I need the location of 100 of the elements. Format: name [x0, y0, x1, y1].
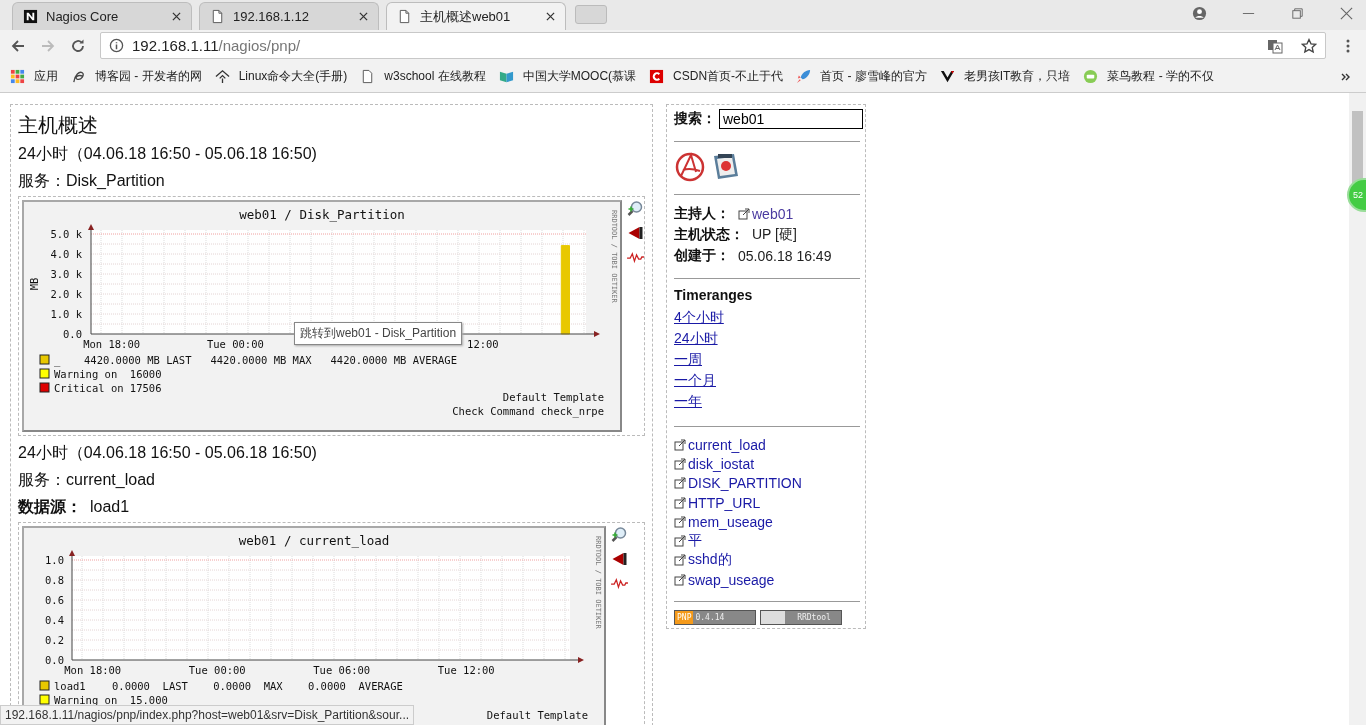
footer-text: Check Command check_nrpe: [452, 405, 604, 417]
legend-text: 4420.0000 MB LAST 4420.0000 MB MAX 4420.0000 MB AVERAGE: [84, 354, 457, 366]
x-tick-label: Mon 18:00: [83, 338, 141, 350]
service-link[interactable]: current_load: [674, 435, 766, 455]
browser-tab[interactable]: 192.168.1.12: [199, 2, 379, 30]
bookmark-label: CSDN首页-不止于代: [673, 68, 784, 85]
service-link[interactable]: HTTP_URL: [674, 492, 761, 513]
bookmark[interactable]: w3school 在线教程: [360, 68, 486, 85]
info-label: 主机状态：: [674, 225, 744, 244]
y-tick-label: 0.4: [45, 614, 64, 626]
bookmark[interactable]: 中国大学MOOC(慕课: [498, 68, 637, 85]
time-range-heading: 24小时（04.06.18 16:50 - 05.06.18 16:50): [18, 144, 318, 164]
address-bar[interactable]: 192.168.1.11/nagios/pnp/: [100, 32, 1326, 59]
profile-icon[interactable]: [1192, 6, 1207, 21]
status-bar: 192.168.1.11/nagios/pnp/index.php?host=web01&srv=Disk_Partition&sour...: [0, 705, 415, 725]
zoom-icon[interactable]: [610, 526, 629, 544]
y-axis-label: MB: [28, 277, 40, 291]
close-icon[interactable]: [172, 12, 181, 21]
y-tick-label: 0.6: [45, 594, 64, 606]
tab-title: 192.168.1.12: [233, 9, 310, 24]
tab-title: 主机概述web01: [420, 7, 512, 26]
service-heading: 服务：Disk_Partition: [18, 171, 166, 191]
timerange-link[interactable]: 4个小时: [674, 309, 724, 325]
legend-series-name: load1: [54, 680, 86, 692]
bookmark[interactable]: Linux命令大全(手册): [214, 68, 348, 85]
x-tick-label: Mon 18:00: [64, 664, 122, 676]
bookmark[interactable]: 首页 - 廖雪峰的官方: [796, 68, 927, 85]
restore-icon[interactable]: [1290, 6, 1305, 21]
info-label: 主持人：: [674, 204, 730, 223]
reload-icon[interactable]: [70, 37, 86, 54]
external-link-icon: [674, 477, 686, 490]
y-tick-label: 1.0 k: [50, 308, 82, 320]
close-icon[interactable]: [546, 12, 555, 21]
back-icon[interactable]: [10, 37, 26, 54]
y-tick-label: 0.0: [45, 654, 64, 666]
v-mark-icon: [939, 69, 955, 84]
browser-tab[interactable]: Nagios Core: [12, 2, 192, 30]
star-icon[interactable]: [1301, 37, 1317, 54]
page-title: 主机概述: [18, 113, 99, 137]
external-link-icon: [674, 554, 686, 567]
timerange-link[interactable]: 一周: [674, 351, 702, 367]
timerange-link[interactable]: 一年: [674, 393, 702, 409]
scrollbar[interactable]: [1349, 93, 1366, 725]
y-tick-label: 0.8: [45, 574, 64, 586]
bookmark[interactable]: 菜鸟教程 - 学的不仅: [1083, 68, 1215, 85]
nagios-favicon-icon: [23, 9, 38, 24]
service-link[interactable]: DISK_PARTITION: [674, 473, 802, 493]
datasource-label: 数据源：: [18, 497, 82, 517]
info-value: 05.06.18 16:49: [738, 247, 832, 264]
chart-title: web01 / current_load: [238, 533, 390, 548]
bookmark-label: 应用: [34, 68, 58, 85]
book-icon: [498, 69, 514, 84]
y-tick-label: 1.0: [45, 554, 64, 566]
y-tick-label: 4.0 k: [50, 248, 82, 260]
horn-icon[interactable]: [626, 224, 645, 242]
horn-icon[interactable]: [610, 550, 629, 568]
service-heading: 服务：current_load: [18, 470, 156, 490]
footer-text: Default Template: [502, 391, 604, 403]
roof-icon: [214, 69, 230, 84]
y-tick-label: 0.0: [63, 328, 82, 340]
rocket-icon: [796, 69, 812, 84]
url-text: 192.168.1.11/nagios/pnp/: [132, 37, 302, 54]
c-logo-icon: [649, 69, 665, 84]
external-link-icon: [674, 515, 686, 528]
x-tick-label: 12:00: [467, 338, 499, 350]
external-link-icon: [674, 496, 686, 509]
service-link[interactable]: mem_useage: [674, 512, 773, 532]
zoom-icon[interactable]: [626, 200, 645, 218]
external-link-icon: [674, 535, 686, 548]
legend-series-name: _: [54, 354, 61, 366]
x-tick-label: Tue 06:00: [313, 664, 371, 676]
search-field[interactable]: web01: [719, 109, 863, 129]
search-label: 搜索：: [674, 110, 716, 128]
x-tick-label: Tue 12:00: [437, 664, 495, 676]
tooltip: 跳转到web01 - Disk_Partition: [294, 322, 463, 345]
translate-icon[interactable]: [1267, 37, 1283, 54]
bookmark[interactable]: 应用: [10, 68, 58, 85]
external-link-icon: [738, 207, 750, 220]
timerange-link[interactable]: 24小时: [674, 330, 718, 346]
chart-title: web01 / Disk_Partition: [239, 207, 405, 222]
close-icon[interactable]: [359, 12, 368, 21]
page-icon: [210, 9, 225, 24]
service-link[interactable]: disk_iostat: [674, 454, 755, 474]
bookmark[interactable]: 老男孩IT教育，只培: [939, 68, 1071, 85]
bookmark[interactable]: CSDN首页-不止于代: [649, 68, 784, 85]
service-link[interactable]: sshd的: [674, 550, 732, 571]
y-tick-label: 5.0 k: [50, 228, 82, 240]
bookmark-label: 中国大学MOOC(慕课: [522, 68, 637, 85]
host-link[interactable]: web01: [738, 205, 794, 222]
timerange-link[interactable]: 一个月: [674, 372, 716, 388]
info-icon: [109, 38, 124, 53]
section-heading: Timeranges: [674, 287, 754, 303]
time-range-heading: 24小时（04.06.18 16:50 - 05.06.18 16:50): [18, 443, 318, 463]
browser-tab[interactable]: 主机概述web01: [386, 2, 566, 30]
service-link[interactable]: 平: [674, 531, 702, 551]
apps-grid-icon: [10, 69, 25, 84]
pdf-icon[interactable]: [674, 150, 706, 182]
bookmark[interactable]: 博客园 - 开发者的网: [71, 68, 202, 85]
service-link[interactable]: swap_useage: [674, 570, 775, 590]
datasource-value: load1: [90, 497, 130, 517]
